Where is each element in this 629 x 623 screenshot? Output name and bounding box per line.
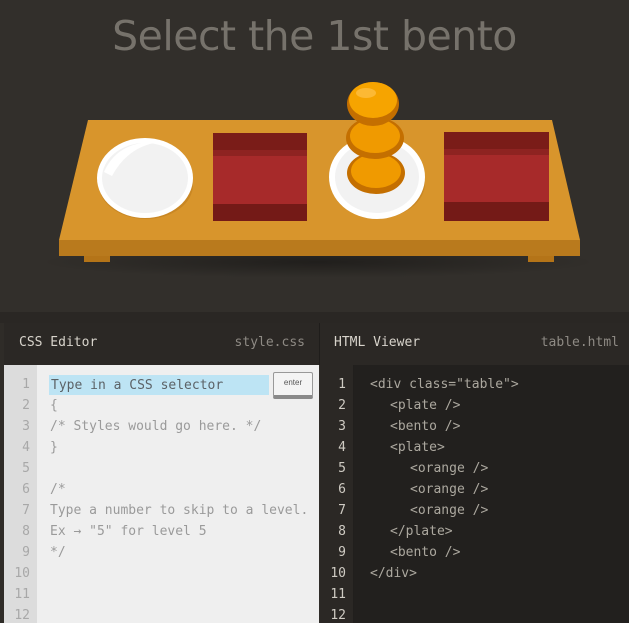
css-editor: 1 2 3 4 5 6 7 8 9 10 11 12 enter { /* St…: [4, 365, 319, 623]
html-code-line[interactable]: <bento />: [390, 419, 460, 434]
line-number: 9: [338, 545, 346, 560]
html-filename: table.html: [540, 335, 619, 350]
html-code-line[interactable]: <div class="table">: [370, 377, 519, 392]
html-code-line[interactable]: </div>: [370, 566, 417, 581]
code-line: */: [50, 545, 66, 560]
css-line-gutter: 1 2 3 4 5 6 7 8 9 10 11 12: [4, 365, 37, 623]
line-number: 5: [22, 461, 30, 476]
line-number: 5: [338, 461, 346, 476]
line-number: 1: [338, 377, 346, 392]
line-number: 11: [330, 587, 346, 602]
line-number: 8: [22, 524, 30, 539]
css-filename: style.css: [234, 335, 305, 350]
code-line: /* Styles would go here. */: [50, 419, 262, 434]
line-number: 3: [338, 419, 346, 434]
html-code-line[interactable]: </plate>: [390, 524, 453, 539]
code-line: }: [50, 440, 58, 455]
line-number: 12: [330, 608, 346, 623]
line-number: 2: [22, 398, 30, 413]
game-area: Select the 1st bento: [0, 0, 629, 312]
html-code-line[interactable]: <orange />: [410, 461, 488, 476]
plate: [97, 138, 193, 219]
html-code-line[interactable]: <orange />: [410, 503, 488, 518]
code-line: /*: [50, 482, 66, 497]
html-code-line[interactable]: <plate />: [390, 398, 460, 413]
line-number: 4: [338, 440, 346, 455]
editor-area: CSS Editor style.css HTML Viewer table.h…: [4, 323, 629, 623]
code-line: Ex → "5" for level 5: [50, 524, 207, 539]
bento: [213, 133, 307, 221]
table-scene: [38, 82, 598, 278]
html-line-gutter: 1 2 3 4 5 6 7 8 9 10 11 12: [320, 365, 354, 623]
line-number: 12: [14, 608, 30, 623]
divider: [0, 312, 629, 323]
line-number: 8: [338, 524, 346, 539]
code-line: {: [50, 398, 58, 413]
line-number: 3: [22, 419, 30, 434]
line-number: 7: [22, 503, 30, 518]
html-code-line[interactable]: <orange />: [410, 482, 488, 497]
html-viewer: 1 2 3 4 5 6 7 8 9 10 11 12 <div class="t…: [320, 365, 629, 623]
line-number: 2: [338, 398, 346, 413]
line-number: 6: [22, 482, 30, 497]
line-number: 9: [22, 545, 30, 560]
line-number: 6: [338, 482, 346, 497]
line-number: 11: [14, 587, 30, 602]
html-viewer-header: HTML Viewer table.html: [320, 323, 629, 365]
line-number: 10: [330, 566, 346, 581]
css-editor-title: CSS Editor: [19, 335, 98, 350]
line-number: 1: [22, 377, 30, 392]
html-viewer-title: HTML Viewer: [334, 335, 421, 350]
enter-button[interactable]: enter: [273, 372, 313, 399]
line-number: 4: [22, 440, 30, 455]
orange: [347, 82, 399, 126]
html-code-line[interactable]: <bento />: [390, 545, 460, 560]
code-line: Type a number to skip to a level.: [50, 503, 309, 518]
html-code-line[interactable]: <plate>: [390, 440, 445, 455]
css-editor-header: CSS Editor style.css: [4, 323, 320, 365]
css-selector-input[interactable]: [49, 375, 269, 395]
line-number: 7: [338, 503, 346, 518]
line-number: 10: [14, 566, 30, 581]
bento: [444, 132, 549, 221]
